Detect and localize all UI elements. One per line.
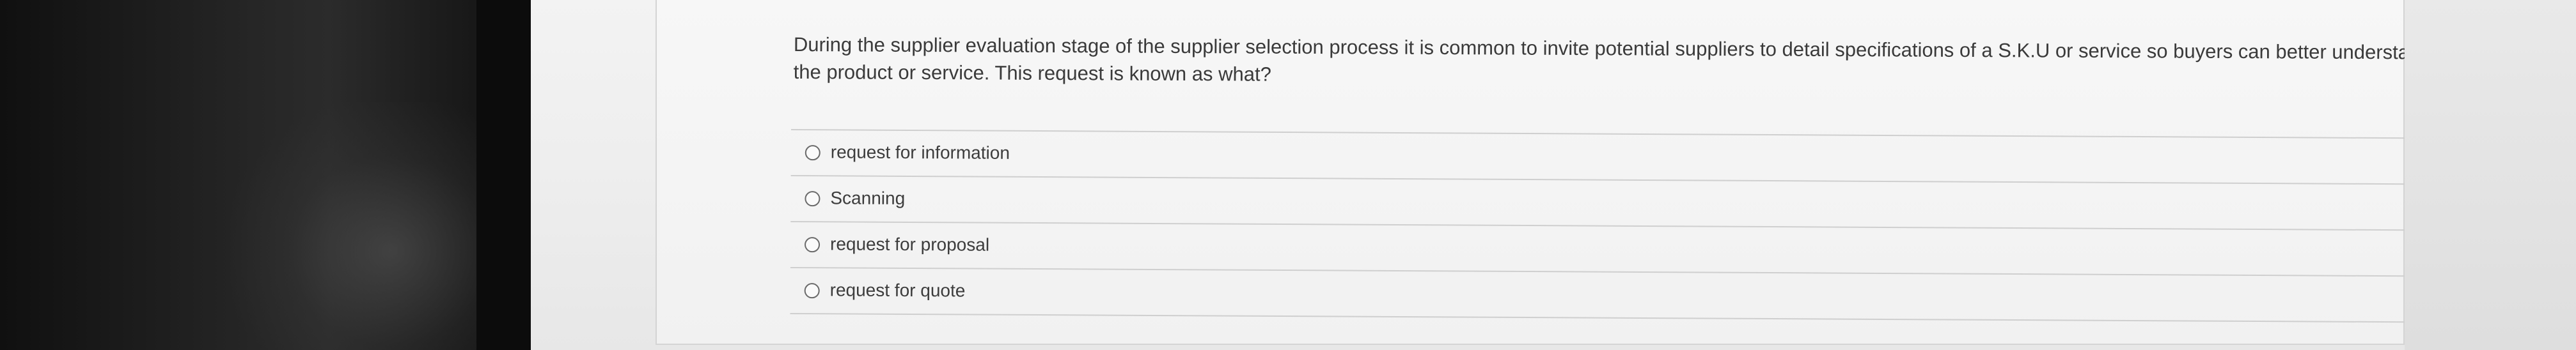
screen-right-area — [2405, 0, 2576, 350]
answer-list: request for information Scanning request… — [790, 129, 2576, 324]
radio-button[interactable] — [805, 145, 821, 161]
radio-button[interactable] — [805, 191, 821, 207]
option-label[interactable]: request for proposal — [830, 233, 989, 255]
radio-button[interactable] — [804, 283, 820, 299]
radio-button[interactable] — [804, 237, 821, 253]
answer-option-request-for-quote[interactable]: request for quote — [790, 268, 2576, 324]
screen: During the supplier evaluation stage of … — [531, 0, 2576, 350]
option-label[interactable]: Scanning — [830, 187, 905, 209]
option-label[interactable]: request for quote — [830, 279, 966, 301]
bezel-glare — [230, 102, 499, 350]
question-text: During the supplier evaluation stage of … — [793, 33, 2431, 86]
screen-edge — [476, 0, 531, 350]
question-panel: During the supplier evaluation stage of … — [656, 0, 2576, 345]
monitor-bezel — [0, 0, 531, 350]
option-label[interactable]: request for information — [831, 141, 1010, 164]
